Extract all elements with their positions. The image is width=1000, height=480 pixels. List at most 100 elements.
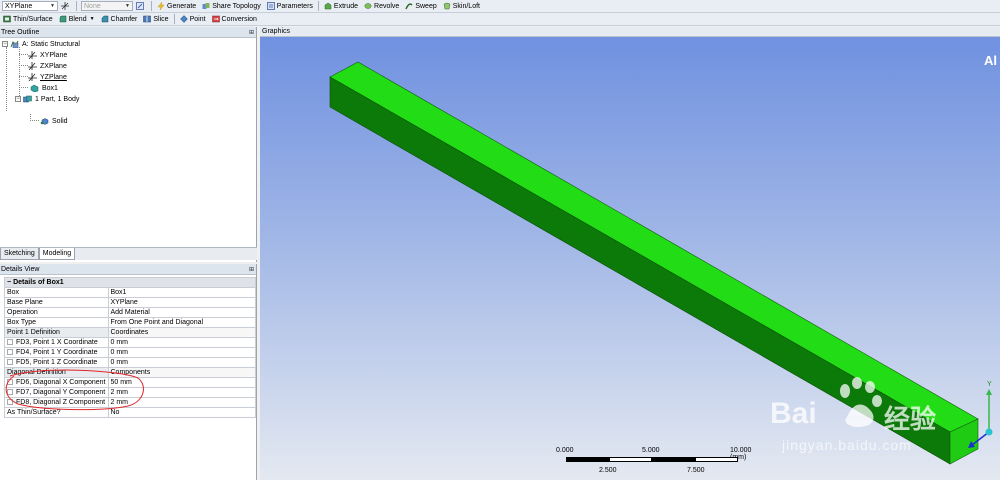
tree-item-label: Solid bbox=[52, 117, 68, 125]
details-view-panel: Details View ⊞ − Details of Box1 Box Box1… bbox=[0, 264, 257, 480]
parameter-checkbox[interactable] bbox=[7, 349, 13, 355]
plane-axes-icon bbox=[28, 73, 37, 81]
tree-item-label: 1 Part, 1 Body bbox=[35, 95, 80, 103]
tree-item-zxplane[interactable]: ZXPlane bbox=[28, 61, 67, 71]
scale-bar: 0.000 5.000 10.000 (mm) 2.500 7.500 bbox=[556, 447, 751, 477]
paw-icon bbox=[840, 377, 882, 427]
extrude-button[interactable]: Extrude bbox=[321, 0, 361, 12]
conversion-label: Conversion bbox=[221, 15, 257, 23]
watermark-sub: 经验 bbox=[884, 405, 937, 435]
row-value[interactable]: Coordinates bbox=[107, 327, 256, 338]
plane-axes-icon bbox=[28, 51, 37, 59]
solid-body-icon bbox=[40, 118, 49, 125]
graphics-viewport[interactable]: Graphics Al Y 0.000 5.000 10.000 (mm) 2.… bbox=[260, 27, 1000, 480]
details-row[interactable]: FD4, Point 1 Y Coordinate 0 mm bbox=[4, 347, 256, 358]
scale-label: 2.500 bbox=[599, 467, 617, 474]
conversion-button[interactable]: Conversion bbox=[209, 13, 260, 25]
collapse-icon[interactable]: − bbox=[2, 41, 8, 47]
point-button[interactable]: Point bbox=[177, 13, 209, 25]
scale-label: 7.500 bbox=[687, 467, 705, 474]
generate-button[interactable]: Generate bbox=[154, 0, 199, 12]
details-row[interactable]: Point 1 Definition Coordinates bbox=[4, 327, 256, 338]
sketch-select[interactable]: None ▼ bbox=[81, 1, 133, 11]
blend-button[interactable]: Blend ▼ bbox=[56, 13, 98, 25]
row-value[interactable]: XYPlane bbox=[107, 297, 256, 308]
pin-icon[interactable]: ⊞ bbox=[249, 29, 254, 36]
sketch-icon bbox=[136, 2, 144, 10]
parameters-button[interactable]: Parameters bbox=[264, 0, 316, 12]
details-row[interactable]: Box Type From One Point and Diagonal bbox=[4, 317, 256, 328]
row-value[interactable]: From One Point and Diagonal bbox=[107, 317, 256, 328]
details-section[interactable]: − Details of Box1 bbox=[4, 277, 256, 288]
tab-sketching[interactable]: Sketching bbox=[0, 248, 39, 260]
revolve-icon bbox=[364, 3, 372, 9]
row-label: Box Type bbox=[4, 317, 109, 328]
parameter-checkbox[interactable] bbox=[7, 339, 13, 345]
annotation-ellipse bbox=[5, 369, 144, 411]
conversion-icon bbox=[211, 15, 220, 23]
mode-tabs: Sketching Modeling bbox=[0, 247, 257, 260]
chamfer-button[interactable]: Chamfer bbox=[98, 13, 141, 25]
watermark: Bai 经验 jingyan.baidu.com bbox=[760, 367, 1000, 467]
tree-item-yzplane[interactable]: YZPlane bbox=[28, 72, 67, 82]
thin-surface-button[interactable]: Thin/Surface bbox=[0, 13, 56, 25]
details-row[interactable]: Operation Add Material bbox=[4, 307, 256, 318]
slice-button[interactable]: Slice bbox=[140, 13, 171, 25]
tree-item-label: XYPlane bbox=[40, 51, 68, 59]
details-section-title: Details of Box1 bbox=[13, 279, 64, 286]
chamfer-label: Chamfer bbox=[110, 15, 138, 23]
point-label: Point bbox=[189, 15, 206, 23]
box-feature-icon bbox=[30, 84, 39, 92]
generate-label: Generate bbox=[167, 2, 197, 10]
details-row[interactable]: Base Plane XYPlane bbox=[4, 297, 256, 308]
new-sketch-button[interactable] bbox=[133, 0, 149, 12]
scale-label: 5.000 bbox=[642, 447, 660, 454]
tree-item-solid[interactable]: Solid bbox=[40, 116, 68, 126]
slice-icon bbox=[143, 15, 152, 23]
row-label: Operation bbox=[4, 307, 109, 318]
skin-loft-button[interactable]: Skin/Loft bbox=[440, 0, 483, 12]
thin-surface-icon bbox=[3, 15, 11, 23]
share-topology-button[interactable]: Share Topology bbox=[199, 0, 264, 12]
tree-item-parts[interactable]: − 1 Part, 1 Body bbox=[15, 94, 79, 104]
feature-toolbar: Thin/Surface Blend ▼ Chamfer Slice Point… bbox=[0, 13, 1000, 26]
watermark-brand: Bai bbox=[770, 397, 817, 430]
tree-item-box1[interactable]: Box1 bbox=[30, 83, 58, 93]
parameters-icon bbox=[266, 2, 275, 10]
row-label: FD4, Point 1 Y Coordinate bbox=[16, 349, 98, 356]
share-topology-icon bbox=[202, 3, 210, 9]
pin-icon[interactable]: ⊞ bbox=[249, 266, 254, 273]
row-label: Base Plane bbox=[4, 297, 109, 308]
tree-root[interactable]: − A: Static Structural bbox=[2, 39, 80, 49]
skin-loft-icon bbox=[443, 2, 451, 10]
chevron-down-icon: ▼ bbox=[125, 3, 130, 9]
row-value[interactable]: Add Material bbox=[107, 307, 256, 318]
details-row[interactable]: Box Box1 bbox=[4, 287, 256, 298]
revolve-button[interactable]: Revolve bbox=[361, 0, 402, 12]
row-label: Box bbox=[4, 287, 109, 298]
collapse-icon[interactable]: − bbox=[15, 96, 21, 102]
tree-item-xyplane[interactable]: XYPlane bbox=[28, 50, 67, 60]
blend-label: Blend bbox=[68, 15, 87, 23]
row-label: Point 1 Definition bbox=[4, 327, 109, 338]
row-value[interactable]: 0 mm bbox=[107, 337, 256, 348]
row-value[interactable]: 0 mm bbox=[107, 347, 256, 358]
row-value[interactable]: Box1 bbox=[107, 287, 256, 298]
static-structural-icon bbox=[10, 40, 19, 48]
plane-select[interactable]: XYPlane ▼ bbox=[2, 1, 58, 11]
lightning-icon bbox=[157, 2, 165, 10]
details-row[interactable]: FD3, Point 1 X Coordinate 0 mm bbox=[4, 337, 256, 348]
collapse-icon[interactable]: − bbox=[7, 279, 11, 286]
point-icon bbox=[179, 15, 188, 23]
tab-modeling[interactable]: Modeling bbox=[38, 248, 76, 260]
sweep-button[interactable]: Sweep bbox=[402, 0, 439, 12]
blend-icon bbox=[59, 15, 66, 23]
parts-icon bbox=[23, 95, 32, 103]
sketch-select-value: None bbox=[84, 2, 101, 10]
new-plane-button[interactable] bbox=[58, 0, 74, 12]
scale-label: 0.000 bbox=[556, 447, 574, 454]
tree-item-label: YZPlane bbox=[40, 73, 67, 81]
skin-loft-label: Skin/Loft bbox=[452, 2, 480, 10]
thin-surface-label: Thin/Surface bbox=[13, 15, 53, 23]
details-view-title: Details View bbox=[1, 265, 40, 273]
